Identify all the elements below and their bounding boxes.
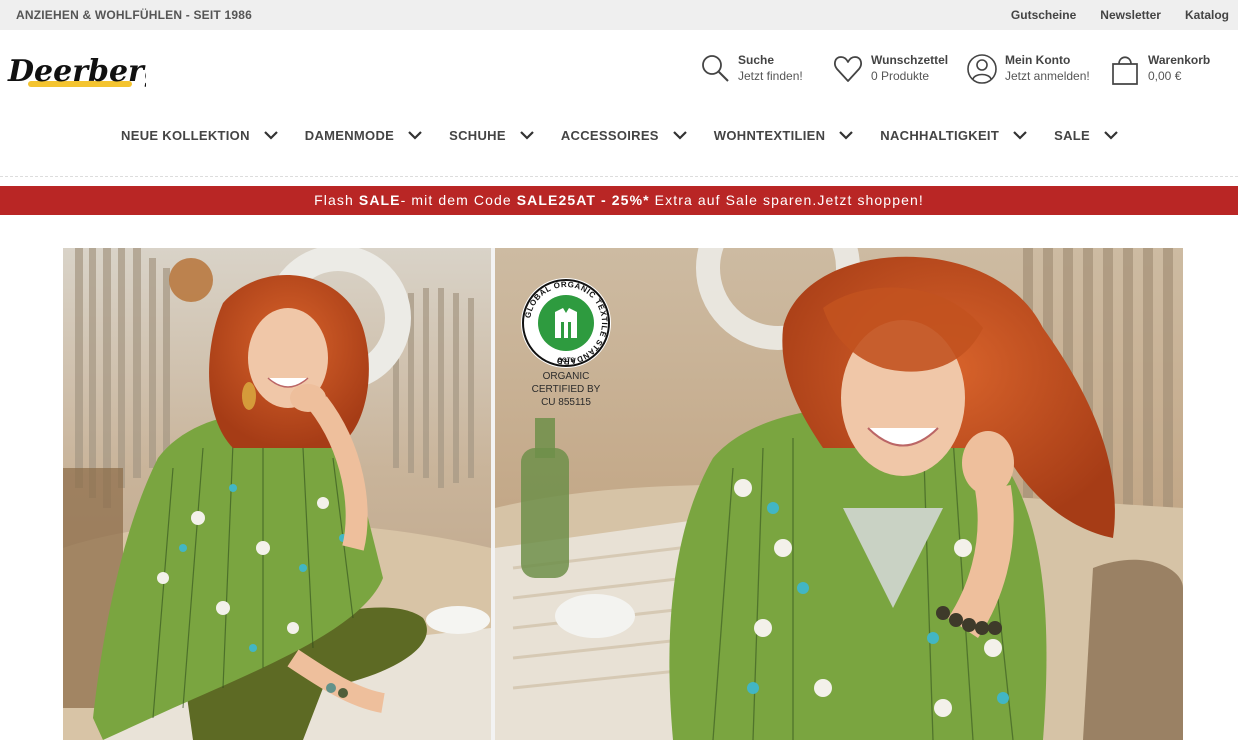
deerberg-logo[interactable]: Deerberg [6, 50, 146, 92]
heart-icon [834, 56, 862, 82]
cert-line-2: CERTIFIED BY [531, 384, 601, 395]
top-bar: ANZIEHEN & WOHLFÜHLEN - SEIT 1986 Gutsch… [0, 0, 1238, 30]
cert-line-3: CU 855115 [541, 397, 591, 408]
chevron-down-icon [839, 131, 854, 140]
nav-wohntextilien[interactable]: WOHNTEXTILIEN [700, 122, 867, 148]
cart-button[interactable]: Warenkorb 0,00 € [1110, 52, 1210, 86]
nav-damenmode[interactable]: DAMENMODE [291, 122, 435, 148]
nav-label: NACHHALTIGKEIT [880, 127, 1000, 143]
nav-accessoires[interactable]: ACCESSOIRES [547, 122, 700, 148]
nav-label: SCHUHE [449, 127, 506, 143]
logo-graphic: Deerberg [7, 54, 146, 89]
chevron-down-icon [263, 131, 278, 140]
account-subtitle: Jetzt anmelden! [1005, 69, 1090, 83]
search-button[interactable]: Suche Jetzt finden! [700, 52, 803, 86]
nav-label: SALE [1054, 127, 1090, 143]
cart-subtitle: 0,00 € [1148, 69, 1182, 83]
chevron-down-icon [520, 131, 534, 140]
shopping-bag-icon [1112, 56, 1138, 85]
chevron-down-icon [408, 131, 422, 140]
hero-image[interactable]: GLOBAL ORGANIC TEXTILE STANDARD GOTS ORG… [63, 248, 1183, 740]
chevron-down-icon [673, 131, 687, 140]
gots-small-text: GOTS [557, 358, 574, 364]
main-nav: NEUE KOLLEKTION DAMENMODE SCHUHE ACCESSO… [0, 122, 1238, 150]
nav-label: WOHNTEXTILIEN [713, 127, 826, 143]
account-button[interactable]: Mein Konto Jetzt anmelden! [967, 52, 1090, 86]
cart-title: Warenkorb [1148, 53, 1211, 67]
user-icon [967, 54, 997, 84]
promo-banner[interactable]: Flash SALE- mit dem Code SALE25AT - 25%*… [0, 186, 1238, 215]
top-links: Gutscheine Newsletter Katalog [1011, 8, 1229, 22]
search-title: Suche [738, 53, 775, 67]
promo-code: SALE25AT - 25%* [516, 192, 650, 208]
nav-label: ACCESSOIRES [560, 127, 659, 143]
wishlist-title: Wunschzettel [871, 53, 949, 67]
promo-text-2: SALE [358, 192, 401, 208]
nav-neue-kollektion[interactable]: NEUE KOLLEKTION [107, 122, 291, 148]
wishlist-subtitle: 0 Produkte [871, 69, 930, 83]
search-icon [702, 55, 729, 82]
nav-sale[interactable]: SALE [1040, 122, 1131, 148]
logo-wordmark: Deerberg [7, 54, 146, 89]
chevron-down-icon [1013, 131, 1027, 140]
nav-label: NEUE KOLLEKTION [121, 127, 250, 143]
search-subtitle: Jetzt finden! [738, 69, 803, 83]
link-gutscheine[interactable]: Gutscheine [1011, 8, 1076, 22]
gots-certification: ORGANIC CERTIFIED BY CU 855115 [520, 370, 612, 409]
tagline: ANZIEHEN & WOHLFÜHLEN - SEIT 1986 [16, 8, 252, 22]
chevron-down-icon [1104, 131, 1118, 140]
header-divider [0, 176, 1238, 177]
hero-photo [63, 248, 1183, 740]
promo-text-1: Flash [314, 192, 359, 208]
promo-text-3: - mit dem Code [400, 192, 517, 208]
account-title: Mein Konto [1005, 53, 1071, 67]
nav-label: DAMENMODE [304, 127, 395, 143]
nav-schuhe[interactable]: SCHUHE [435, 122, 547, 148]
wishlist-button[interactable]: Wunschzettel 0 Produkte [833, 52, 948, 86]
link-newsletter[interactable]: Newsletter [1100, 8, 1161, 22]
gots-badge: GLOBAL ORGANIC TEXTILE STANDARD GOTS [521, 278, 611, 368]
nav-nachhaltigkeit[interactable]: NACHHALTIGKEIT [866, 122, 1040, 148]
link-katalog[interactable]: Katalog [1185, 8, 1229, 22]
promo-text-5: Extra auf Sale sparen.Jetzt shoppen! [649, 192, 924, 208]
cert-line-1: ORGANIC [542, 371, 590, 382]
